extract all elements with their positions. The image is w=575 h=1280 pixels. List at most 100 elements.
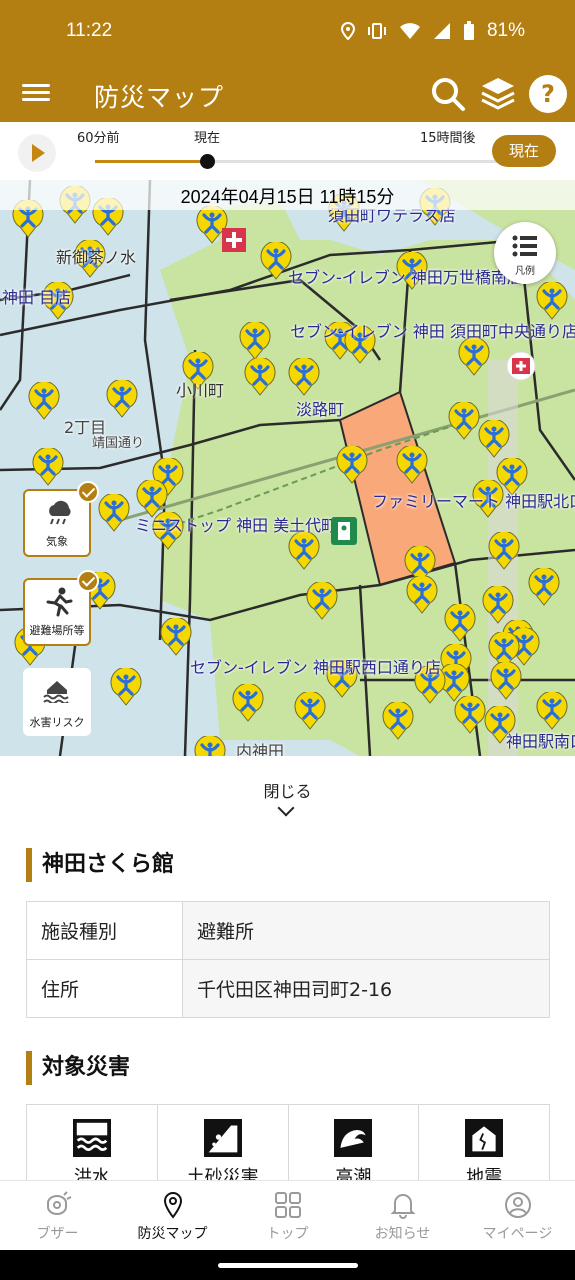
shelter-pin-icon[interactable] [448, 402, 480, 440]
hazards-title: 対象災害 [26, 1051, 130, 1085]
shelter-pin-icon[interactable] [160, 618, 192, 656]
map-label: 淡路町 [296, 400, 345, 419]
shelter-pin-icon[interactable] [536, 282, 568, 320]
timeline-bar: 60分前 現在 15時間後 現在 [0, 122, 575, 180]
shelter-pin-icon[interactable] [32, 448, 64, 486]
landslide-icon [203, 1119, 242, 1157]
shelter-pin-icon[interactable] [490, 662, 522, 700]
nav-mypage[interactable]: マイページ [460, 1181, 575, 1250]
map-label: 内神田 [236, 742, 285, 756]
grid-icon [274, 1192, 301, 1218]
hospital-icon[interactable] [220, 226, 248, 254]
layer-toggle-weather[interactable]: 気象 [23, 481, 99, 557]
vibrate-icon [367, 23, 386, 39]
nav-label: ブザー [36, 1226, 79, 1242]
layer-label: 避難場所等 [29, 624, 85, 637]
nav-notifications[interactable]: お知らせ [345, 1181, 460, 1250]
legend-button[interactable]: 凡例 [494, 222, 556, 284]
evacuation-site-icon[interactable] [330, 516, 358, 546]
nav-label: トップ [266, 1226, 309, 1242]
map-label: 神田駅南口 [506, 732, 575, 751]
shelter-pin-icon[interactable] [194, 736, 226, 756]
shelter-pin-icon[interactable] [444, 604, 476, 642]
svg-text:?: ? [541, 80, 555, 108]
help-icon[interactable]: ? [528, 74, 568, 114]
checked-icon [77, 570, 99, 592]
chevron-down-icon[interactable] [277, 799, 295, 817]
map-label: ミニストップ 神田 美土代町店 [135, 516, 354, 535]
map-label: 小川町 [176, 381, 225, 400]
shelter-pin-icon[interactable] [528, 568, 560, 606]
menu-button[interactable] [22, 80, 50, 108]
search-icon[interactable] [428, 74, 468, 114]
layers-icon[interactable] [478, 74, 518, 114]
weather-icon [49, 500, 71, 525]
flood-icon [72, 1119, 111, 1157]
shelter-pin-icon[interactable] [106, 380, 138, 418]
map-label: 靖国通り [92, 436, 145, 451]
shelter-pin-icon[interactable] [536, 692, 568, 730]
user-icon [504, 1192, 531, 1218]
nav-label: 防災マップ [137, 1226, 208, 1242]
nav-top[interactable]: トップ [230, 1181, 345, 1250]
bell-icon [390, 1194, 415, 1219]
shelter-pin-icon[interactable] [488, 532, 520, 570]
hazard-item: 地震 [419, 1105, 549, 1188]
timeline-slider[interactable] [95, 160, 525, 163]
shelter-pin-icon[interactable] [110, 668, 142, 706]
shelter-pin-icon[interactable] [382, 702, 414, 740]
layer-toggle-evacuation[interactable]: 避難場所等 [23, 570, 99, 646]
map-label: 神田 目店 [2, 288, 72, 307]
buzzer-icon [46, 1191, 71, 1215]
battery-level: 81% [486, 20, 525, 41]
shelter-pin-icon[interactable] [98, 494, 130, 532]
close-sheet-button[interactable]: 閉じる [0, 778, 575, 802]
map-label: セブン-イレブン 神田万世橋南店 [288, 268, 523, 287]
table-row: 施設種別 避難所 [26, 901, 550, 960]
shelter-pin-icon[interactable] [458, 338, 490, 376]
timeline-label-future: 15時間後 [420, 131, 476, 146]
shelter-pin-icon[interactable] [396, 446, 428, 484]
clock: 11:22 [66, 20, 113, 41]
layer-label: 水害リスク [29, 716, 85, 729]
timeline-label-past: 60分前 [77, 131, 120, 146]
play-button[interactable] [18, 134, 56, 172]
map-label: セブン-イレブン 神田駅西口通り店 [190, 658, 441, 677]
timeline-slider-handle[interactable] [200, 154, 215, 169]
shelter-pin-icon[interactable] [288, 532, 320, 570]
shelter-pin-icon[interactable] [336, 446, 368, 484]
hazard-item: 高潮 [289, 1105, 420, 1188]
nav-buzzer[interactable]: ブザー [0, 1181, 115, 1250]
hospital-icon[interactable] [505, 352, 537, 382]
table-value: 千代田区神田司町2-16 [182, 959, 550, 1018]
facility-info-table: 施設種別 避難所 住所 千代田区神田司町2-16 [26, 901, 550, 1018]
shelter-pin-icon[interactable] [406, 576, 438, 614]
status-icons: 81% [340, 20, 525, 42]
shelter-pin-icon[interactable] [244, 358, 276, 396]
layer-toggle-flood-risk[interactable]: 水害リスク [23, 668, 91, 736]
gesture-bar [0, 1250, 575, 1280]
shelter-pin-icon[interactable] [482, 586, 514, 624]
table-key: 住所 [26, 959, 183, 1018]
shelter-pin-icon[interactable] [232, 684, 264, 722]
shelter-pin-icon[interactable] [294, 692, 326, 730]
map-label: 新御茶ノ水 [56, 248, 137, 267]
status-bar: 11:22 81% [0, 0, 575, 66]
map-pin-icon [163, 1191, 182, 1219]
battery-icon [463, 21, 474, 40]
shelter-pin-icon[interactable] [454, 696, 486, 734]
nav-disaster-map[interactable]: 防災マップ [115, 1181, 230, 1250]
shelter-pin-icon[interactable] [288, 358, 320, 396]
list-icon [512, 235, 537, 257]
location-icon [340, 22, 355, 40]
shelter-pin-icon[interactable] [306, 582, 338, 620]
shelter-pin-icon[interactable] [478, 420, 510, 458]
hazard-item: 土砂災害 [158, 1105, 289, 1188]
table-key: 施設種別 [26, 901, 183, 960]
shelter-pin-icon[interactable] [239, 322, 271, 360]
table-value: 避難所 [182, 901, 550, 960]
hazard-list: 洪水 土砂災害 高潮 地震 [26, 1104, 550, 1188]
shelter-pin-icon[interactable] [28, 382, 60, 420]
earthquake-icon [465, 1119, 504, 1157]
now-button[interactable]: 現在 [492, 135, 556, 167]
